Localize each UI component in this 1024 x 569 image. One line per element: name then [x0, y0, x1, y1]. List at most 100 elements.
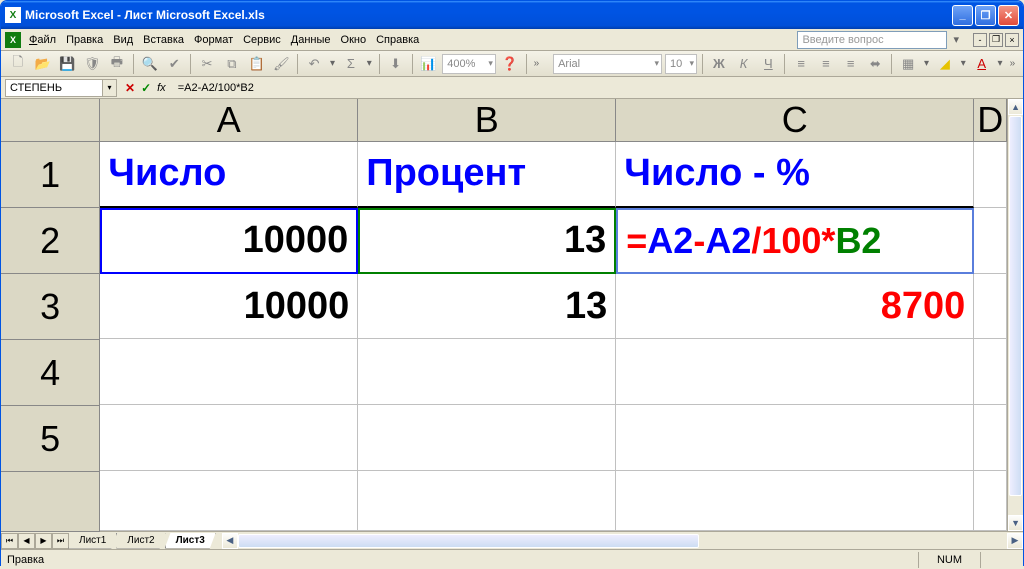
- bold-icon[interactable]: Ж: [708, 53, 730, 75]
- cell-a3[interactable]: 10000: [100, 274, 358, 340]
- cell-d5[interactable]: [974, 405, 1007, 471]
- menu-edit[interactable]: Правка: [66, 34, 103, 46]
- scroll-left-icon[interactable]: ◀: [222, 533, 238, 549]
- menu-insert[interactable]: Вставка: [143, 34, 184, 46]
- help-search-input[interactable]: Введите вопрос: [797, 31, 947, 49]
- sheet-tab-2[interactable]: Лист2: [116, 533, 165, 549]
- menu-format[interactable]: Формат: [194, 34, 233, 46]
- cell-d3[interactable]: [974, 274, 1007, 340]
- scroll-right-icon[interactable]: ▶: [1007, 533, 1023, 549]
- cell-b4[interactable]: [358, 339, 616, 405]
- formula-input[interactable]: =A2-A2/100*B2: [174, 82, 1019, 94]
- fill-color-icon[interactable]: ◢: [934, 53, 956, 75]
- col-header-d[interactable]: D: [974, 99, 1007, 142]
- cell-a1[interactable]: Число: [100, 142, 358, 208]
- vertical-scrollbar[interactable]: ▲ ▼: [1007, 99, 1023, 531]
- italic-icon[interactable]: К: [733, 53, 755, 75]
- cell-d6[interactable]: [974, 471, 1007, 531]
- cell-c1[interactable]: Число - %: [616, 142, 974, 208]
- format-overflow-icon[interactable]: »: [1008, 58, 1018, 69]
- merge-center-icon[interactable]: ⬌: [865, 53, 887, 75]
- spelling-icon[interactable]: ✔: [163, 53, 185, 75]
- menu-view[interactable]: Вид: [113, 34, 133, 46]
- cell-b3[interactable]: 13: [358, 274, 616, 340]
- permission-icon[interactable]: 🛡: [81, 53, 103, 75]
- cell-c6[interactable]: [616, 471, 974, 531]
- cell-d4[interactable]: [974, 339, 1007, 405]
- doc-restore-button[interactable]: ❐: [989, 33, 1003, 47]
- cell-b1[interactable]: Процент: [358, 142, 616, 208]
- toolbar-overflow-icon[interactable]: »: [532, 58, 542, 69]
- open-icon[interactable]: 📂: [32, 53, 54, 75]
- menu-help[interactable]: Справка: [376, 34, 419, 46]
- print-preview-icon[interactable]: 🔍: [139, 53, 161, 75]
- maximize-button[interactable]: ❐: [975, 5, 996, 26]
- excel-doc-icon[interactable]: X: [5, 32, 21, 48]
- minimize-button[interactable]: _: [952, 5, 973, 26]
- tab-nav-last-icon[interactable]: ⏭: [52, 533, 69, 549]
- horizontal-scrollbar[interactable]: ◀ ▶: [222, 533, 1023, 549]
- col-header-b[interactable]: B: [358, 99, 616, 142]
- borders-icon[interactable]: ▦: [897, 53, 919, 75]
- col-header-a[interactable]: A: [100, 99, 358, 142]
- cell-b6[interactable]: [358, 471, 616, 531]
- tab-nav-next-icon[interactable]: ▶: [35, 533, 52, 549]
- cancel-formula-icon[interactable]: ✕: [125, 81, 135, 95]
- enter-formula-icon[interactable]: ✓: [141, 81, 151, 95]
- autosum-dropdown-icon[interactable]: ▾: [365, 58, 374, 69]
- align-right-icon[interactable]: ≡: [840, 53, 862, 75]
- row-header-2[interactable]: 2: [1, 208, 100, 274]
- sort-icon[interactable]: ⬇: [385, 53, 407, 75]
- sheet-tab-1[interactable]: Лист1: [68, 533, 117, 549]
- hscroll-thumb[interactable]: [238, 534, 700, 548]
- row-header-5[interactable]: 5: [1, 406, 100, 472]
- cell-a6[interactable]: [100, 471, 358, 531]
- row-header-3[interactable]: 3: [1, 274, 100, 340]
- cell-c3[interactable]: 8700: [616, 274, 974, 340]
- row-header-4[interactable]: 4: [1, 340, 100, 406]
- cell-d1[interactable]: [974, 142, 1007, 208]
- print-icon[interactable]: 🖶: [106, 53, 128, 75]
- menu-file[interactable]: Файл: [29, 34, 56, 46]
- chart-icon[interactable]: 📊: [417, 53, 439, 75]
- help-dropdown-icon[interactable]: ▾: [953, 33, 959, 46]
- menu-tools[interactable]: Сервис: [243, 34, 281, 46]
- cell-b2[interactable]: 13: [358, 208, 616, 274]
- autosum-icon[interactable]: Σ: [340, 53, 362, 75]
- cell-b5[interactable]: [358, 405, 616, 471]
- fx-icon[interactable]: fx: [157, 82, 166, 94]
- doc-minimize-button[interactable]: -: [973, 33, 987, 47]
- select-all-corner[interactable]: [1, 99, 100, 142]
- font-color-icon[interactable]: A: [971, 53, 993, 75]
- align-center-icon[interactable]: ≡: [815, 53, 837, 75]
- new-icon[interactable]: 🗋: [7, 53, 29, 75]
- fill-dropdown-icon[interactable]: ▾: [959, 58, 968, 69]
- tab-nav-first-icon[interactable]: ⏮: [1, 533, 18, 549]
- borders-dropdown-icon[interactable]: ▾: [922, 58, 931, 69]
- col-header-c[interactable]: C: [616, 99, 974, 142]
- scroll-down-icon[interactable]: ▼: [1008, 515, 1023, 531]
- row-header-6[interactable]: [1, 472, 100, 532]
- cell-c2-editing[interactable]: =A2-A2/100*B2: [616, 208, 974, 274]
- scroll-up-icon[interactable]: ▲: [1008, 99, 1023, 115]
- hscroll-track[interactable]: [238, 533, 1007, 549]
- tab-nav-prev-icon[interactable]: ◀: [18, 533, 35, 549]
- copy-icon[interactable]: ⧉: [221, 53, 243, 75]
- font-color-dropdown-icon[interactable]: ▾: [996, 58, 1005, 69]
- scroll-thumb[interactable]: [1009, 116, 1022, 496]
- close-button[interactable]: ✕: [998, 5, 1019, 26]
- font-combo[interactable]: Arial: [553, 54, 662, 74]
- cell-a5[interactable]: [100, 405, 358, 471]
- undo-dropdown-icon[interactable]: ▾: [328, 58, 337, 69]
- align-left-icon[interactable]: ≡: [790, 53, 812, 75]
- cell-c4[interactable]: [616, 339, 974, 405]
- paste-icon[interactable]: 📋: [246, 53, 268, 75]
- name-box[interactable]: СТЕПЕНЬ: [5, 79, 103, 97]
- help-icon[interactable]: ❓: [499, 53, 521, 75]
- save-icon[interactable]: 💾: [57, 53, 79, 75]
- zoom-combo[interactable]: 400%: [442, 54, 496, 74]
- doc-close-button[interactable]: ×: [1005, 33, 1019, 47]
- menu-window[interactable]: Окно: [341, 34, 367, 46]
- font-size-combo[interactable]: 10: [665, 54, 697, 74]
- format-painter-icon[interactable]: 🖌: [270, 53, 292, 75]
